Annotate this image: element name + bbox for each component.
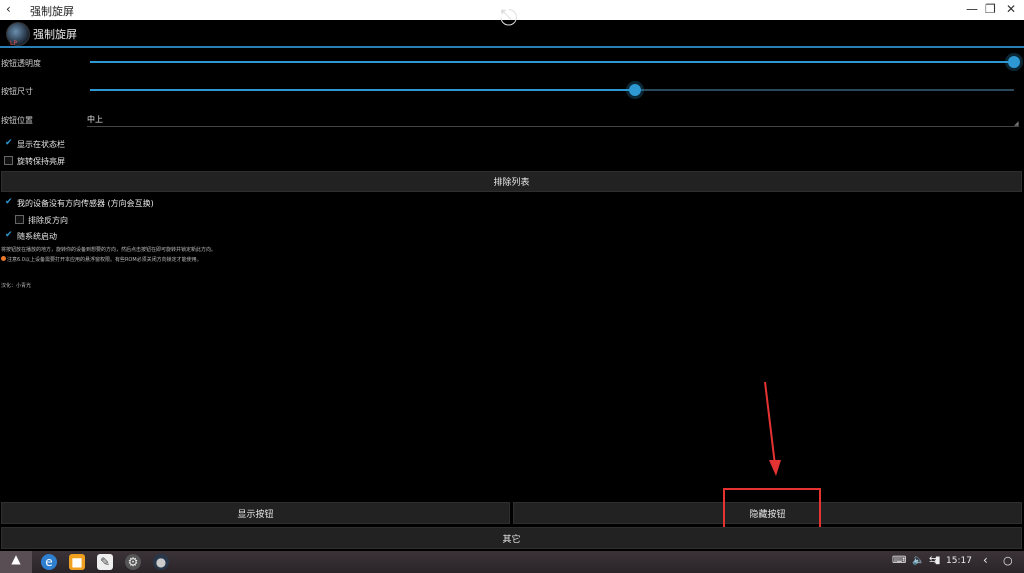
position-label: 按钮位置 (1, 116, 33, 125)
no-sensor-checkbox[interactable]: ✔ (5, 198, 14, 207)
nav-back-icon[interactable]: ‹ (983, 553, 988, 567)
browser-icon[interactable]: e (41, 554, 57, 570)
opacity-slider-fill (90, 61, 1014, 63)
rotate-screen-icon[interactable]: ⎋ (500, 6, 517, 31)
back-arrow-icon[interactable]: ‹ (6, 2, 11, 16)
app-header: LP 强制旋屏 ⎋ (0, 6, 1024, 47)
warning-icon (1, 256, 6, 261)
settings-icon[interactable]: ⚙ (125, 554, 141, 570)
highlight-box (723, 488, 821, 529)
autostart-checkbox[interactable]: ✔ (5, 231, 14, 240)
warning-text: 注意6.0以上设备需要打开本应用的悬浮窗权限。有些ROM必须关闭方向锁定才能使用… (7, 257, 202, 263)
info-text: 将按钮放在播放的地方，旋转你的设备到想要的方向，然后点击按钮在即可旋转并锁定新此… (1, 247, 217, 253)
app-logo: LP (6, 22, 30, 47)
opacity-slider-thumb[interactable] (1008, 56, 1020, 68)
credit-text: 汉化：小青光 (1, 283, 32, 289)
taskbar: ▲ e ■ ✎ ⚙ ● ⌨ 🔈 ⇆ ▮ 15:17 ‹ ○ (0, 551, 1024, 573)
position-spinner[interactable] (87, 126, 1019, 127)
keep-screen-label: 旋转保持亮屏 (17, 157, 65, 166)
nav-home-icon[interactable]: ○ (1003, 554, 1013, 567)
exclude-reverse-label: 排除反方向 (28, 216, 68, 225)
statusbar-label: 显示在状态栏 (17, 140, 65, 149)
window-title: 强制旋屏 (30, 5, 74, 18)
opacity-label: 按钮透明度 (1, 59, 41, 68)
annotation-arrow (764, 381, 781, 476)
position-spinner-value[interactable]: 中上 (87, 114, 103, 125)
exclude-list-button[interactable]: 排除列表 (1, 171, 1022, 192)
no-sensor-label: 我的设备没有方向传感器 (方向会互换) (17, 199, 154, 208)
files-icon[interactable]: ■ (69, 554, 85, 570)
minimize-icon[interactable]: — (966, 2, 978, 16)
keyboard-icon[interactable]: ⌨ (892, 555, 906, 566)
exclude-reverse-checkbox[interactable] (15, 215, 24, 224)
header-divider (0, 46, 1024, 48)
size-label: 按钮尺寸 (1, 87, 33, 96)
app-title: 强制旋屏 (33, 28, 77, 41)
show-button[interactable]: 显示按钮 (1, 502, 510, 524)
autostart-label: 随系统启动 (17, 232, 57, 241)
battery-icon[interactable]: ▮ (935, 555, 941, 566)
statusbar-checkbox[interactable]: ✔ (5, 139, 14, 148)
start-icon[interactable]: ▲ (0, 551, 32, 573)
keep-screen-checkbox[interactable] (4, 156, 13, 165)
app-icon[interactable]: ● (153, 554, 169, 570)
restore-icon[interactable]: ❐ (985, 2, 996, 16)
clock: 15:17 (946, 556, 972, 566)
notes-icon[interactable]: ✎ (97, 554, 113, 570)
size-slider-fill (90, 89, 636, 91)
other-button[interactable]: 其它 (1, 527, 1022, 549)
close-icon[interactable]: ✕ (1006, 2, 1016, 16)
spinner-corner-icon: ◢ (1014, 120, 1019, 127)
volume-icon[interactable]: 🔈 (912, 555, 924, 566)
size-slider-thumb[interactable] (629, 84, 642, 96)
